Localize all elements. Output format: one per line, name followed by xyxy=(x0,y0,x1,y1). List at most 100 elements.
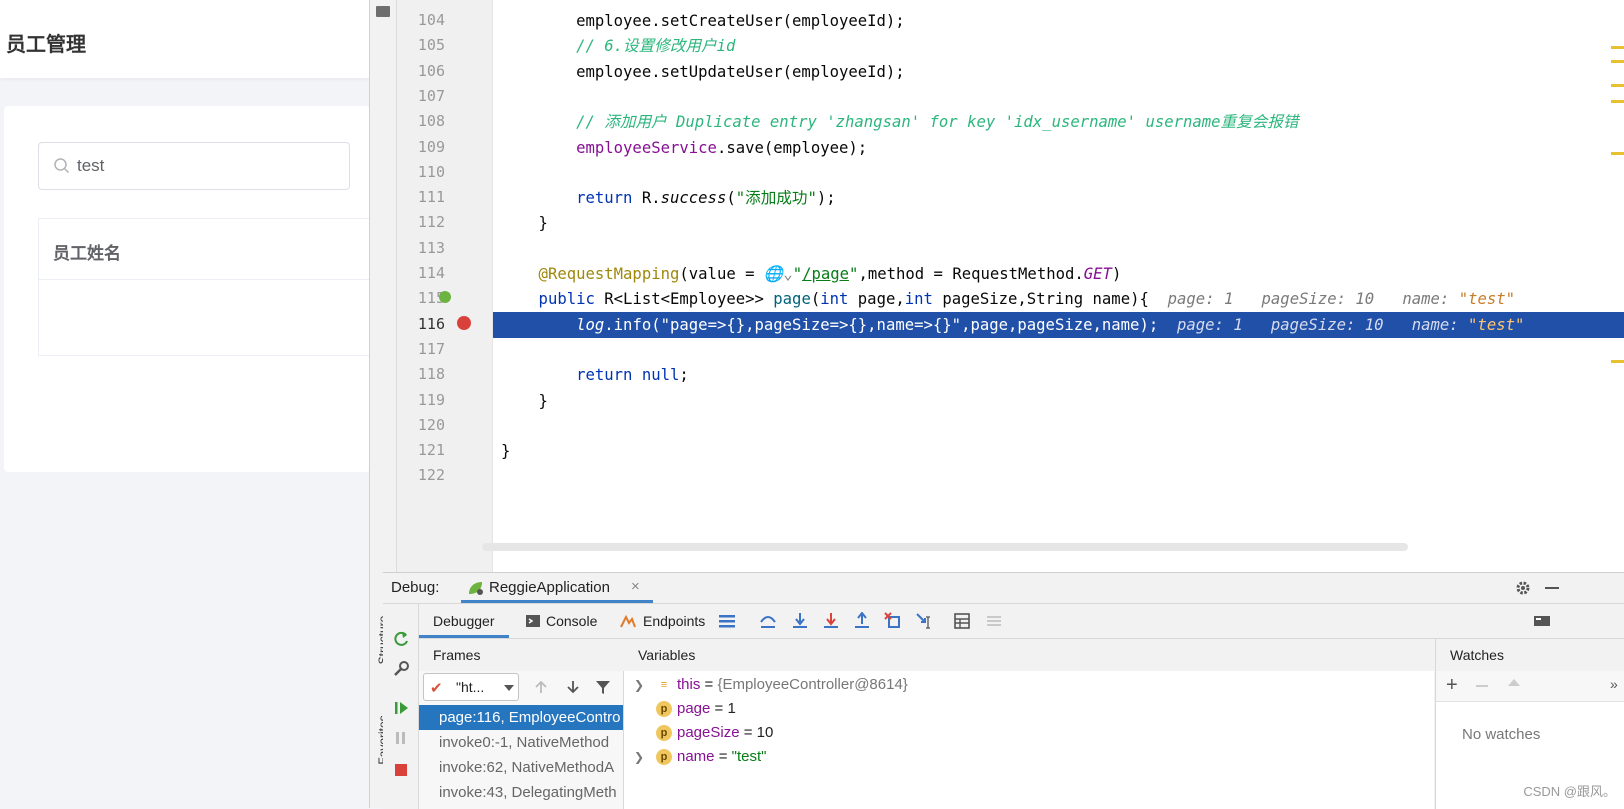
code-line[interactable]: return R.success("添加成功"); xyxy=(493,185,836,211)
trace-icon[interactable] xyxy=(985,612,1003,630)
variable-row[interactable]: p pageSize = 10 xyxy=(624,721,1424,745)
code-line[interactable] xyxy=(493,413,501,439)
move-up-icon[interactable] xyxy=(1508,679,1520,686)
rerun-icon[interactable] xyxy=(392,630,410,648)
tab-console[interactable]: Console xyxy=(546,613,597,629)
warning-marker[interactable] xyxy=(1611,100,1624,103)
evaluate-icon[interactable] xyxy=(953,612,971,630)
step-out-icon[interactable] xyxy=(853,612,871,630)
code-editor[interactable]: employee.setCreateUser(employeeId); // 6… xyxy=(493,0,1624,572)
variables-panel: ❯ ≡ this = {EmployeeController@8614} p page … xyxy=(624,671,1434,809)
variable-row[interactable]: p page = 1 xyxy=(624,697,1424,721)
line-number: 121 xyxy=(417,441,445,460)
gear-icon[interactable] xyxy=(1515,580,1531,596)
code-line[interactable]: } xyxy=(493,210,548,236)
layout-icon[interactable] xyxy=(1533,612,1551,630)
remove-icon[interactable] xyxy=(1476,685,1488,687)
tab-debugger-label: Debugger xyxy=(433,613,495,629)
horizontal-scrollbar[interactable] xyxy=(482,543,1408,551)
variable-row[interactable]: ❯ ≡ this = {EmployeeController@8614} xyxy=(624,673,1424,697)
thread-selector[interactable]: ✔ "ht... xyxy=(423,673,519,701)
stack-frame[interactable]: page:116, EmployeeContro xyxy=(419,705,623,730)
close-tab-icon[interactable]: × xyxy=(631,578,640,595)
code-line[interactable]: employeeService.save(employee); xyxy=(493,135,867,161)
thread-label: "ht... xyxy=(456,679,485,695)
more-icon[interactable]: » xyxy=(1610,676,1618,692)
column-header-name: 员工姓名 xyxy=(53,244,121,263)
variable-value: {EmployeeController@8614} xyxy=(717,676,908,693)
step-into-icon[interactable] xyxy=(791,612,809,630)
code-line[interactable] xyxy=(493,463,501,489)
run-config-tab[interactable]: ReggieApplication × xyxy=(461,573,653,603)
table-header: 员工姓名 xyxy=(39,219,378,280)
code-line[interactable] xyxy=(493,160,501,186)
warning-marker[interactable] xyxy=(1611,60,1624,63)
code-line[interactable] xyxy=(493,236,501,262)
variable-row[interactable]: ❯ p name = "test" xyxy=(624,745,1424,769)
line-number: 116 xyxy=(417,314,445,333)
variables-header: Variables xyxy=(624,639,1434,672)
debugger-toolbar: Debugger Console Endpoints xyxy=(419,604,1624,639)
line-number: 122 xyxy=(417,466,445,485)
pause-icon[interactable] xyxy=(392,729,410,747)
line-number: 104 xyxy=(417,11,445,29)
code-line[interactable]: } xyxy=(493,438,510,464)
line-number: 105 xyxy=(417,36,445,55)
endpoint-gutter-icon[interactable] xyxy=(439,291,451,304)
stack-frame[interactable]: invoke0:-1, NativeMethod xyxy=(419,730,623,755)
watches-header: Watches xyxy=(1435,639,1624,672)
warning-marker[interactable] xyxy=(1611,46,1624,49)
code-line[interactable]: // 添加用户 Duplicate entry 'zhangsan' for k… xyxy=(493,109,1298,135)
chevron-down-icon xyxy=(504,685,514,691)
add-icon[interactable]: + xyxy=(1446,674,1458,697)
arrow-up-icon[interactable] xyxy=(533,679,549,695)
warning-marker[interactable] xyxy=(1611,84,1624,87)
ide-window: Structure Favorites 10410510610710810911… xyxy=(369,0,1624,809)
resume-icon[interactable] xyxy=(392,699,410,717)
menu-icon[interactable] xyxy=(719,614,735,628)
step-over-icon[interactable] xyxy=(759,612,777,630)
stack-frame[interactable]: invoke:43, DelegatingMeth xyxy=(419,780,623,805)
code-line[interactable]: employee.setUpdateUser(employeeId); xyxy=(493,59,905,85)
checkmark-icon: ✔ xyxy=(430,680,443,697)
code-line[interactable] xyxy=(493,337,501,363)
filter-icon[interactable] xyxy=(595,679,611,695)
chevron-right-icon[interactable]: ❯ xyxy=(634,673,644,697)
stop-icon[interactable] xyxy=(392,761,410,779)
tab-endpoints[interactable]: Endpoints xyxy=(643,613,705,629)
arrow-down-icon[interactable] xyxy=(565,679,581,695)
code-line[interactable] xyxy=(493,84,501,110)
drop-frame-icon[interactable] xyxy=(884,612,902,630)
line-number: 120 xyxy=(417,415,445,434)
spring-boot-icon xyxy=(469,582,483,595)
current-execution-line[interactable]: log.info("page=>{},pageSize=>{},name=>{}… xyxy=(493,311,1624,338)
endpoints-icon xyxy=(620,614,636,628)
watches-toolbar: + » xyxy=(1436,671,1624,702)
warning-marker[interactable] xyxy=(1611,360,1624,363)
variable-name: this = {EmployeeController@8614} xyxy=(677,676,908,693)
warning-marker[interactable] xyxy=(1611,152,1624,155)
line-number: 117 xyxy=(417,339,445,358)
minimize-icon[interactable] xyxy=(1545,587,1559,589)
chevron-right-icon[interactable]: ❯ xyxy=(634,745,644,769)
code-line[interactable]: public R<List<Employee>> page(int page,i… xyxy=(493,286,1515,312)
breakpoint-icon[interactable] xyxy=(457,315,471,330)
search-input[interactable]: test xyxy=(38,142,350,190)
code-line[interactable]: employee.setCreateUser(employeeId); xyxy=(493,8,905,34)
line-number: 107 xyxy=(417,86,445,105)
stack-frame[interactable]: invoke:62, NativeMethodA xyxy=(419,755,623,780)
run-to-cursor-icon[interactable] xyxy=(916,612,934,630)
code-line[interactable]: @RequestMapping(value = 🌐⌄"/page",method… xyxy=(493,261,1122,287)
project-folder-icon[interactable] xyxy=(376,6,390,17)
code-line[interactable]: return null; xyxy=(493,362,689,388)
force-step-into-icon[interactable] xyxy=(822,612,840,630)
code-line[interactable]: // 6.设置修改用户id xyxy=(493,33,735,59)
line-number: 111 xyxy=(417,188,445,207)
wrench-icon[interactable] xyxy=(392,660,410,678)
code-line[interactable]: } xyxy=(493,388,548,414)
tab-debugger[interactable]: Debugger xyxy=(419,604,509,638)
app-header: 员工管理 xyxy=(0,0,370,78)
variable-name: page = 1 xyxy=(677,700,736,717)
line-number: 115 xyxy=(417,289,445,308)
search-value: test xyxy=(77,156,105,175)
